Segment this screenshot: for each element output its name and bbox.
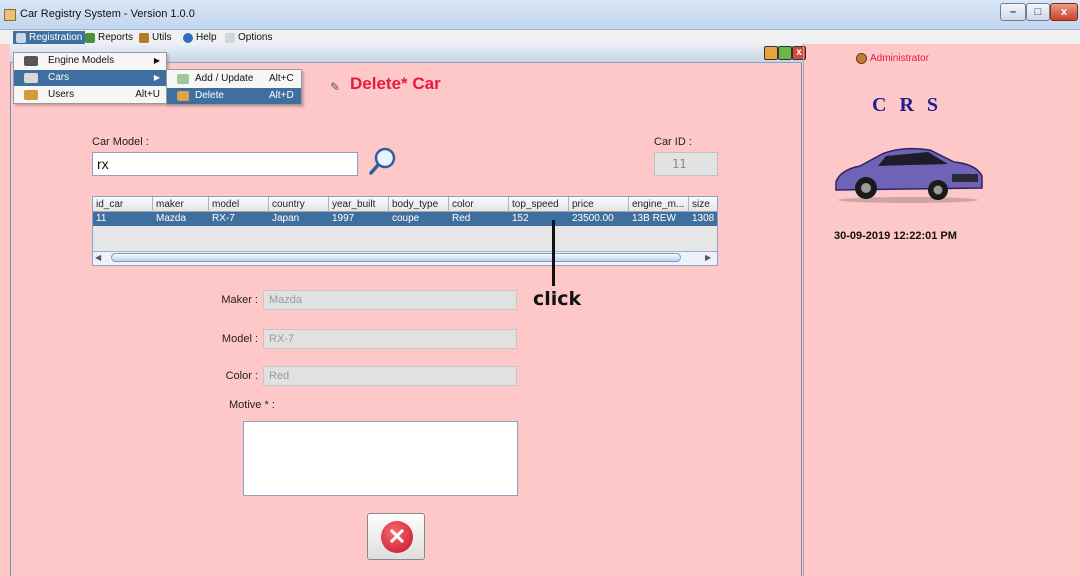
table-cell: 1308 (692, 213, 715, 224)
table-cell: Red (452, 213, 471, 224)
delete-x-icon: ✕ (381, 521, 413, 553)
column-header[interactable]: country (269, 197, 329, 212)
menu-item-label: Cars (48, 72, 70, 83)
menu-utils[interactable]: Utils (136, 31, 174, 44)
minimize-button[interactable]: – (1000, 3, 1026, 21)
app-logo: C R S (872, 94, 943, 116)
maximize-button[interactable]: □ (1026, 3, 1050, 21)
menu-item-cars[interactable]: Cars ▶ (14, 70, 166, 86)
menu-item-engine-models[interactable]: Engine Models ▶ (14, 53, 166, 69)
app-icon (4, 9, 16, 21)
options-icon (225, 33, 235, 43)
window-titlebar: Car Registry System - Version 1.0.0 – □ … (0, 0, 1080, 30)
car-id-label: Car ID : (654, 136, 692, 148)
motive-label: Motive * : (229, 399, 275, 411)
cars-table: id_car maker model country year_built bo… (92, 196, 718, 266)
car-image (835, 147, 983, 203)
table-cell: 13B REW (632, 213, 676, 224)
current-user: Administrator (870, 53, 929, 64)
table-cell: coupe (392, 213, 420, 224)
scrollbar-thumb[interactable] (111, 253, 681, 262)
column-header[interactable]: color (449, 197, 509, 212)
column-header[interactable]: engine_m... (629, 197, 689, 212)
internal-frame (10, 44, 802, 576)
table-cell: Mazda (156, 213, 187, 224)
info-panel (803, 44, 1080, 576)
click-indicator-line (552, 220, 555, 286)
shortcut-label: Alt+D (269, 90, 294, 101)
scroll-right-icon[interactable]: ▶ (705, 253, 711, 262)
column-header[interactable]: maker (153, 197, 209, 212)
car-model-label: Car Model : (92, 136, 149, 148)
datetime-display: 30-09-2019 12:22:01 PM (834, 230, 957, 242)
motive-textarea[interactable] (243, 421, 518, 496)
color-field: Red (263, 366, 517, 386)
search-icon[interactable] (368, 146, 398, 176)
column-header[interactable]: price (569, 197, 629, 212)
menu-item-label: Delete (195, 90, 224, 101)
frame-maximize-button[interactable] (778, 46, 792, 60)
close-button[interactable]: x (1050, 3, 1078, 21)
column-header[interactable]: id_car (93, 197, 153, 212)
click-annotation: click (533, 288, 582, 310)
menu-item-label: Engine Models (48, 55, 115, 66)
help-icon (183, 33, 193, 43)
frame-minimize-button[interactable] (764, 46, 778, 60)
menu-registration[interactable]: Registration (13, 31, 86, 44)
column-header[interactable]: year_built (329, 197, 389, 212)
table-cell: 11 (96, 213, 107, 224)
window-title: Car Registry System - Version 1.0.0 (20, 8, 195, 20)
cars-submenu: Add / Update Alt+C Delete Alt+D (166, 69, 302, 105)
delete-button[interactable]: ✕ (367, 513, 425, 560)
user-icon (856, 53, 867, 64)
color-label: Color : (225, 370, 258, 382)
reports-icon (85, 33, 95, 43)
utils-icon (139, 33, 149, 43)
table-cell: Japan (272, 213, 300, 224)
model-field: RX-7 (263, 329, 517, 349)
registration-icon (16, 33, 26, 43)
engine-icon (24, 56, 38, 66)
car-icon (24, 73, 38, 83)
menu-help[interactable]: Help (180, 31, 220, 44)
menu-item-users[interactable]: Users Alt+U (14, 87, 166, 103)
submenu-arrow-icon: ▶ (153, 56, 160, 65)
menu-reports-label: Reports (98, 32, 134, 43)
menu-item-delete[interactable]: Delete Alt+D (167, 88, 301, 104)
scroll-left-icon[interactable]: ◀ (95, 253, 101, 262)
add-icon (177, 74, 189, 84)
menu-options-label: Options (238, 32, 273, 43)
shortcut-label: Alt+C (269, 73, 294, 84)
shortcut-label: Alt+U (135, 89, 160, 100)
menu-registration-label: Registration (29, 32, 83, 43)
menu-reports[interactable]: Reports (82, 31, 136, 44)
column-header[interactable]: size (689, 197, 717, 212)
table-cell: 152 (512, 213, 529, 224)
submenu-arrow-icon: ▶ (153, 73, 160, 82)
menu-help-label: Help (196, 32, 217, 43)
table-cell: 23500.00 (572, 213, 614, 224)
maker-field: Mazda (263, 290, 517, 310)
table-cell: 1997 (332, 213, 355, 224)
column-header[interactable]: model (209, 197, 269, 212)
page-title: Delete* Car (350, 74, 441, 93)
registration-dropdown: Engine Models ▶ Cars ▶ Users Alt+U (13, 52, 167, 104)
delete-icon (177, 91, 189, 101)
menu-utils-label: Utils (152, 32, 172, 43)
users-icon (24, 90, 38, 100)
menu-item-label: Users (48, 89, 75, 100)
car-id-field: 11 (654, 152, 718, 176)
menu-item-add-update[interactable]: Add / Update Alt+C (167, 71, 301, 87)
car-model-input[interactable]: rx (92, 152, 358, 176)
maker-label: Maker : (221, 294, 258, 306)
column-header[interactable]: top_speed (509, 197, 569, 212)
menu-options[interactable]: Options (222, 31, 275, 44)
column-header[interactable]: body_type (389, 197, 449, 212)
menu-item-label: Add / Update (195, 73, 254, 84)
model-label: Model : (221, 333, 258, 345)
menu-bar: Registration Reports Utils Help Options (0, 30, 1080, 44)
car-title-icon: ✎ (330, 80, 341, 94)
table-cell: RX-7 (212, 213, 235, 224)
